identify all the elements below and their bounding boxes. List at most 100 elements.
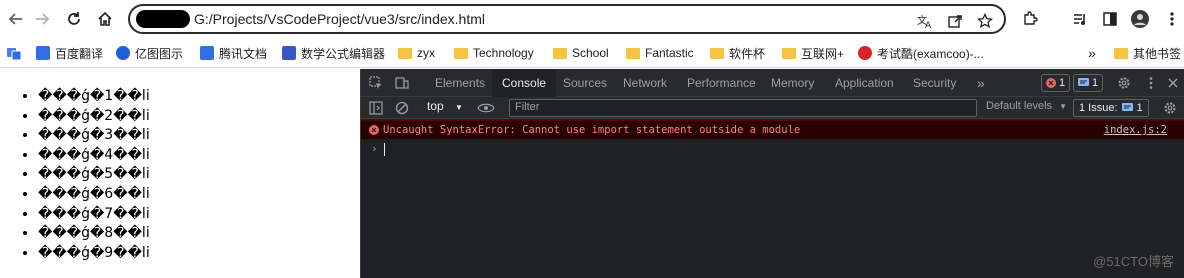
tab-console[interactable]: Console bbox=[492, 69, 557, 97]
translate-icon[interactable]: 文A bbox=[916, 12, 934, 30]
bookmark-label: 其他书签 bbox=[1133, 46, 1182, 61]
log-levels-label: Default levels bbox=[986, 100, 1053, 112]
list-item: ���ǵ�8��li bbox=[38, 224, 150, 244]
home-icon[interactable] bbox=[93, 7, 117, 31]
tab-network[interactable]: Network bbox=[613, 69, 677, 97]
math-editor-icon bbox=[282, 46, 296, 60]
clear-console-icon[interactable] bbox=[393, 99, 411, 117]
console-input[interactable] bbox=[384, 143, 385, 156]
examcoo-icon bbox=[858, 46, 872, 60]
issues-button[interactable]: 1 Issue: 1 bbox=[1073, 99, 1149, 117]
folder-icon bbox=[710, 47, 724, 59]
bookmark-tencent-docs[interactable]: 腾讯文档 bbox=[200, 44, 267, 62]
close-icon[interactable] bbox=[1164, 74, 1182, 92]
message-count: 1 bbox=[1092, 77, 1099, 89]
console-error-message[interactable]: Uncaught SyntaxError: Cannot use import … bbox=[361, 120, 1184, 140]
url-text[interactable]: G:/Projects/VsCodeProject/vue3/src/index… bbox=[194, 11, 485, 27]
context-selector[interactable]: top ▼ bbox=[427, 99, 463, 113]
live-expression-eye-icon[interactable] bbox=[477, 99, 495, 117]
folder-icon bbox=[1114, 47, 1128, 59]
bookmark-label: 百度翻译 bbox=[55, 46, 104, 61]
chevron-down-icon: ▼ bbox=[455, 103, 463, 112]
bookmark-edraw[interactable]: 亿图图示 bbox=[116, 44, 183, 62]
bookmark-label: 亿图图示 bbox=[135, 46, 184, 61]
bookmark-folder-internet-plus[interactable]: 互联网+ bbox=[782, 44, 844, 62]
console-settings-gear-icon[interactable] bbox=[1161, 99, 1179, 117]
bookmarks-overflow-button[interactable]: » bbox=[1088, 44, 1096, 62]
bookmark-label: Fantastic bbox=[645, 46, 694, 60]
device-toolbar-icon[interactable] bbox=[393, 74, 411, 92]
svg-text:A: A bbox=[925, 21, 932, 29]
menu-kebab-icon[interactable] bbox=[1162, 9, 1182, 29]
context-label: top bbox=[427, 99, 444, 113]
bookmark-folder-technology[interactable]: Technology bbox=[454, 44, 534, 62]
bookmark-folder-fantastic[interactable]: Fantastic bbox=[626, 44, 694, 62]
tab-memory[interactable]: Memory bbox=[761, 69, 824, 97]
message-icon bbox=[1078, 78, 1089, 86]
tab-performance[interactable]: Performance bbox=[677, 69, 766, 97]
share-icon[interactable] bbox=[946, 12, 964, 30]
bookmark-label: School bbox=[572, 46, 609, 60]
browser-toolbar: G:/Projects/VsCodeProject/vue3/src/index… bbox=[0, 0, 1184, 38]
bookmark-label: 考试酷(examcoo)-... bbox=[877, 46, 984, 61]
folder-icon bbox=[454, 47, 468, 59]
error-icon bbox=[369, 125, 379, 135]
devtools-panel: Elements Console Sources Network Perform… bbox=[360, 69, 1184, 278]
apps-icon[interactable] bbox=[6, 44, 22, 62]
console-filter-input[interactable]: Filter bbox=[509, 99, 977, 117]
folder-icon bbox=[553, 47, 567, 59]
forward-icon[interactable] bbox=[30, 7, 54, 31]
sidebar-toggle-icon[interactable] bbox=[367, 99, 385, 117]
bookmark-folder-school[interactable]: School bbox=[553, 44, 609, 62]
error-icon bbox=[1046, 78, 1056, 88]
media-control-icon[interactable] bbox=[1070, 9, 1090, 29]
more-tabs-button[interactable]: » bbox=[967, 69, 995, 97]
filter-placeholder: Filter bbox=[515, 101, 540, 113]
other-bookmarks[interactable]: 其他书签 bbox=[1114, 44, 1181, 62]
settings-gear-icon[interactable] bbox=[1115, 74, 1133, 92]
error-source-link[interactable]: index.js:2 bbox=[1104, 124, 1167, 136]
bookmark-examcoo[interactable]: 考试酷(examcoo)-... bbox=[858, 44, 984, 62]
bookmark-folder-zyx[interactable]: zyx bbox=[398, 44, 435, 62]
bookmark-label: 数学公式编辑器 bbox=[301, 46, 386, 61]
devtools-menu-icon[interactable] bbox=[1142, 74, 1160, 92]
bookmark-math-editor[interactable]: 数学公式编辑器 bbox=[282, 44, 385, 62]
bookmark-label: 互联网+ bbox=[801, 46, 845, 61]
chevron-down-icon: ▼ bbox=[1059, 102, 1068, 111]
edraw-icon bbox=[116, 46, 130, 60]
side-panel-icon[interactable] bbox=[1100, 9, 1120, 29]
chevron-double-right-icon: » bbox=[1088, 45, 1096, 61]
bookmark-label: zyx bbox=[417, 46, 435, 60]
tab-security[interactable]: Security bbox=[903, 69, 966, 97]
inspect-element-icon[interactable] bbox=[367, 74, 385, 92]
bookmark-star-icon[interactable] bbox=[976, 12, 994, 30]
address-bar[interactable]: G:/Projects/VsCodeProject/vue3/src/index… bbox=[128, 4, 1006, 34]
profile-avatar[interactable] bbox=[1130, 9, 1150, 29]
list-item: ���ǵ�7��li bbox=[38, 205, 150, 225]
watermark: @51CTO博客 bbox=[1093, 254, 1174, 269]
issues-count: 1 bbox=[1136, 102, 1143, 114]
tab-application[interactable]: Application bbox=[825, 69, 904, 97]
tab-sources[interactable]: Sources bbox=[553, 69, 617, 97]
site-info-chip[interactable] bbox=[136, 10, 190, 28]
bookmark-baidu-translate[interactable]: 百度翻译 bbox=[36, 44, 103, 62]
reload-icon[interactable] bbox=[62, 7, 86, 31]
log-levels-dropdown[interactable]: Default levels ▼ bbox=[986, 100, 1067, 112]
list-item: ���ǵ�2��li bbox=[38, 107, 150, 127]
error-count-badge[interactable]: 1 bbox=[1041, 74, 1071, 92]
tencent-docs-icon bbox=[200, 46, 214, 60]
devtools-tabbar: Elements Console Sources Network Perform… bbox=[361, 69, 1184, 97]
extensions-icon[interactable] bbox=[1020, 9, 1040, 29]
bookmark-label: 软件杯 bbox=[729, 46, 766, 61]
back-icon[interactable] bbox=[4, 7, 28, 31]
list-item: ���ǵ�5��li bbox=[38, 165, 150, 185]
list-item: ���ǵ�1��li bbox=[38, 87, 150, 107]
baidu-translate-icon bbox=[36, 46, 50, 60]
bookmark-label: 腾讯文档 bbox=[219, 46, 268, 61]
list-item: ���ǵ�3��li bbox=[38, 126, 150, 146]
message-icon bbox=[1121, 103, 1133, 111]
message-count-badge[interactable]: 1 bbox=[1073, 74, 1104, 92]
bookmark-folder-ruanjianbei[interactable]: 软件杯 bbox=[710, 44, 765, 62]
tab-elements[interactable]: Elements bbox=[425, 69, 495, 97]
folder-icon bbox=[398, 47, 412, 59]
